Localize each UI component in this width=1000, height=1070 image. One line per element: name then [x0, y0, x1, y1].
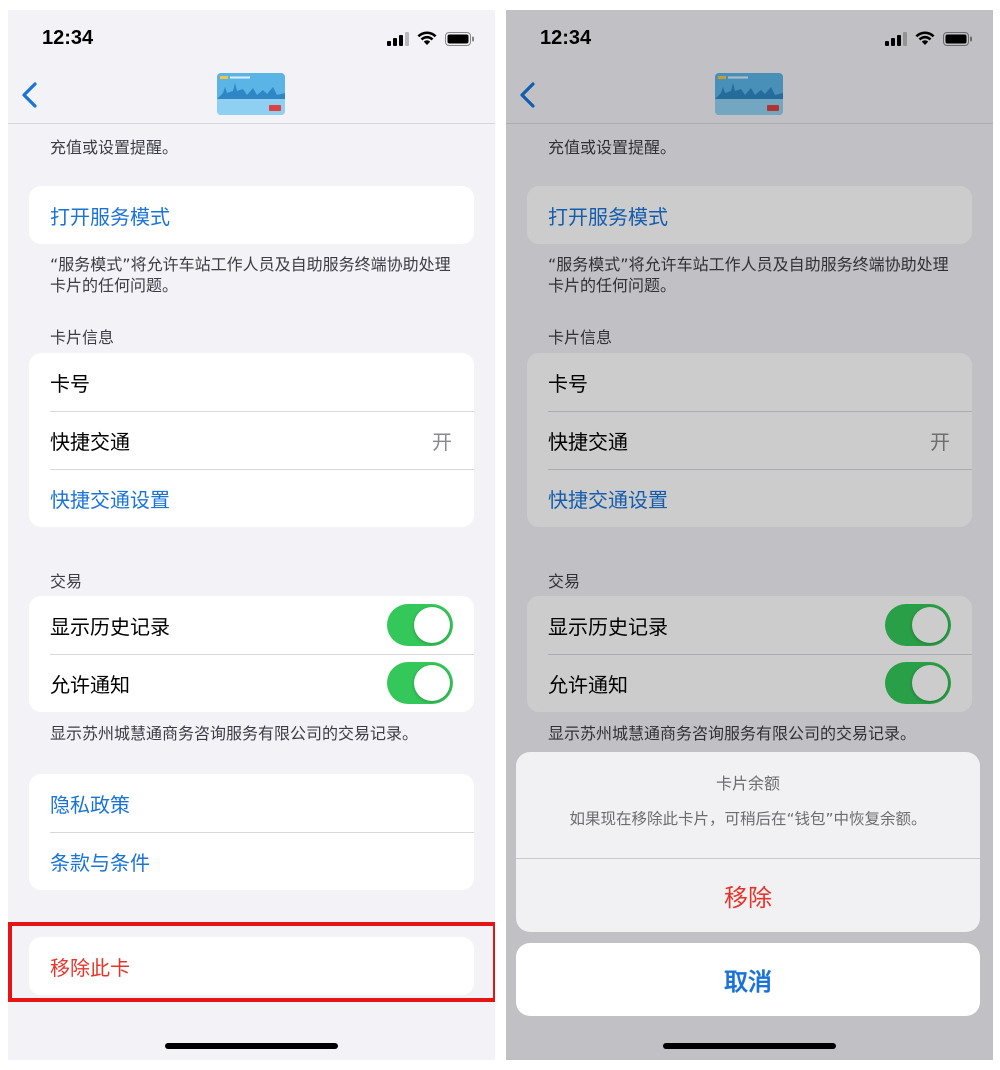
card-info-header: 卡片信息: [50, 328, 115, 347]
status-time: 12:34: [42, 27, 94, 49]
battery-icon: [445, 31, 474, 46]
action-sheet-message: 如果现在移除此卡片，可稍后在“钱包”中恢复余额。: [569, 810, 927, 828]
express-transit-row[interactable]: 快捷交通 开: [29, 411, 474, 469]
phone-screen-right: 12:34 充值或设置提醒。 打开服务模式 “服务模式”将允许车站工作人员及自助…: [506, 10, 993, 1060]
show-history-toggle[interactable]: [387, 604, 453, 646]
legal-group: 隐私政策 条款与条件: [29, 774, 474, 890]
cancel-button[interactable]: 取消: [516, 943, 980, 1016]
service-mode-footnote: “服务模式”将允许车站工作人员及自助服务终端协助处理卡片的任何问题。: [50, 255, 451, 295]
allow-notifications-row: 允许通知: [29, 654, 474, 712]
top-truncated-text: 充值或设置提醒。: [50, 138, 179, 157]
show-history-label: 显示历史记录: [50, 614, 170, 639]
open-service-mode-button[interactable]: 打开服务模式: [29, 186, 474, 244]
service-mode-group: 打开服务模式: [29, 186, 474, 244]
back-chevron-icon[interactable]: [16, 80, 46, 110]
toggle-knob: [414, 607, 450, 643]
terms-and-conditions-link[interactable]: 条款与条件: [29, 832, 474, 890]
status-bar: 12:34: [8, 10, 495, 70]
navigation-bar: [8, 70, 495, 124]
transactions-header: 交易: [50, 572, 83, 591]
action-sheet: 卡片余额 如果现在移除此卡片，可稍后在“钱包”中恢复余额。 移除: [516, 752, 980, 932]
show-history-row: 显示历史记录: [29, 596, 474, 654]
allow-notifications-label: 允许通知: [50, 672, 130, 697]
phone-screen-left: 12:34 充值或设置提醒。 打开服务模式 “服务模式”将允许车站工作人员及自助…: [8, 10, 495, 1060]
express-transit-settings-button[interactable]: 快捷交通设置: [29, 469, 474, 527]
express-transit-label: 快捷交通: [50, 429, 130, 454]
action-sheet-title: 卡片余额: [715, 774, 780, 793]
privacy-policy-link[interactable]: 隐私政策: [29, 774, 474, 832]
card-info-group: 卡号 快捷交通 开 快捷交通设置: [29, 353, 474, 527]
allow-notifications-toggle[interactable]: [387, 662, 453, 704]
status-icons: [387, 31, 475, 46]
wifi-icon: [417, 31, 437, 45]
transactions-footnote: 显示苏州城慧通商务咨询服务有限公司的交易记录。: [50, 724, 419, 743]
transactions-group: 显示历史记录 允许通知: [29, 596, 474, 712]
card-number-label: 卡号: [50, 371, 90, 396]
express-transit-value: 开: [432, 429, 452, 454]
highlight-annotation-box: [8, 922, 495, 1002]
toggle-knob: [414, 665, 450, 701]
transit-card-thumbnail: [217, 73, 285, 115]
card-number-row[interactable]: 卡号: [29, 353, 474, 411]
home-indicator[interactable]: [663, 1043, 836, 1049]
home-indicator[interactable]: [165, 1043, 338, 1049]
cellular-signal-icon: [387, 31, 409, 46]
confirm-remove-button[interactable]: 移除: [516, 859, 980, 932]
